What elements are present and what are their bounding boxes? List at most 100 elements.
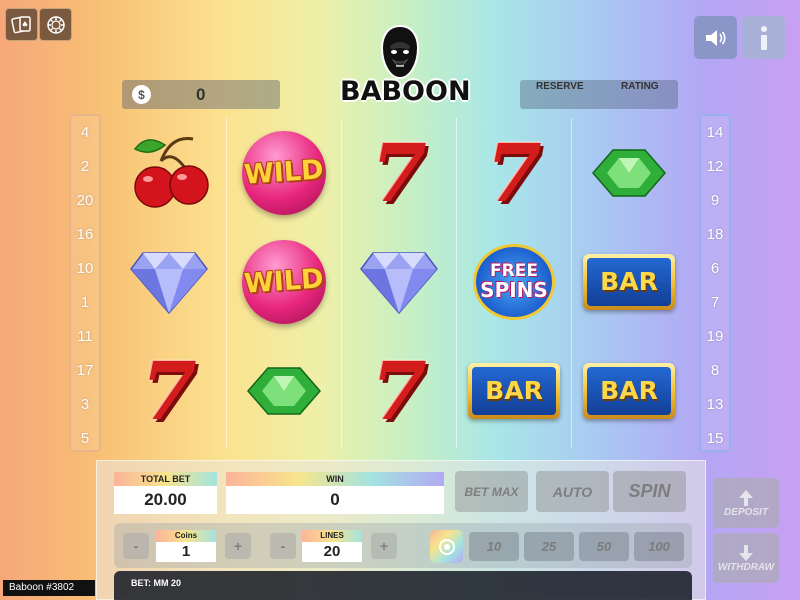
- bar-text: BAR: [485, 376, 543, 405]
- bet-max-button[interactable]: BET MAX: [455, 471, 528, 512]
- reel-5: BAR BAR: [572, 118, 686, 445]
- chip-selector-button[interactable]: [430, 530, 463, 563]
- right-line-number: 15: [706, 430, 724, 447]
- total-bet-label: TOTAL BET: [114, 472, 217, 486]
- left-line-number: 17: [76, 362, 94, 379]
- reel-divider: [571, 118, 572, 448]
- denomination-button[interactable]: 10: [469, 532, 519, 561]
- speaker-icon: [705, 29, 726, 46]
- logo-text: BABOON: [340, 76, 471, 107]
- denomination-button[interactable]: 25: [524, 532, 574, 561]
- bar-symbol: BAR: [583, 253, 675, 310]
- reel-cell: BAR: [572, 227, 686, 336]
- left-line-numbers: 4 2 20 16 10 1 11 17 3 5: [69, 114, 101, 452]
- coins-label: Coins: [156, 530, 216, 542]
- reel-cell: [227, 336, 341, 445]
- left-line-number: 1: [80, 294, 90, 311]
- reserve-label: RESERVE: [536, 81, 584, 92]
- win-value: 0: [226, 486, 444, 514]
- game-logo: BABOON: [340, 24, 471, 110]
- left-line-number: 4: [80, 124, 90, 141]
- lines-box: LINES 20: [302, 530, 362, 562]
- left-line-number: 5: [80, 430, 90, 447]
- lines-minus-button[interactable]: -: [270, 533, 296, 559]
- left-line-number: 2: [80, 158, 90, 175]
- bar-text: BAR: [600, 376, 658, 405]
- withdraw-button[interactable]: WITHDRAW: [713, 533, 779, 583]
- lines-value: 20: [302, 542, 362, 562]
- reel-divider: [456, 118, 457, 448]
- reel-1: 7: [112, 118, 226, 445]
- seven-symbol: 7: [141, 343, 197, 438]
- lines-label: LINES: [302, 530, 362, 542]
- free-spins-symbol: FREE SPINS: [473, 243, 555, 320]
- right-line-number: 6: [710, 260, 720, 277]
- coins-value: 1: [156, 542, 216, 562]
- lines-plus-button[interactable]: +: [371, 533, 397, 559]
- wild-text: WILD: [243, 154, 325, 191]
- cards-icon: ♠: [10, 15, 31, 33]
- bet-info-text: BET: MM 20: [131, 578, 182, 588]
- emerald-icon: [247, 366, 321, 415]
- wild-symbol: WILD: [242, 239, 326, 324]
- right-line-number: 13: [706, 396, 724, 413]
- arrow-up-icon: [739, 489, 753, 506]
- reel-cell: BAR: [457, 336, 571, 445]
- info-icon: [760, 25, 767, 50]
- bar-text: BAR: [600, 267, 658, 296]
- seven-symbol: 7: [371, 125, 427, 220]
- right-line-number: 19: [706, 328, 724, 345]
- auto-button[interactable]: AUTO: [536, 471, 609, 512]
- coins-plus-button[interactable]: +: [225, 533, 251, 559]
- reel-cell: [112, 227, 226, 336]
- right-line-number: 14: [706, 124, 724, 141]
- win-box: WIN 0: [226, 472, 444, 514]
- seven-symbol: 7: [486, 125, 542, 220]
- spins-text: SPINS: [480, 278, 548, 302]
- right-line-number: 8: [710, 362, 720, 379]
- rating-label: RATING: [621, 81, 659, 92]
- reel-cell: [572, 118, 686, 227]
- denomination-button[interactable]: 50: [579, 532, 629, 561]
- left-line-number: 10: [76, 260, 94, 277]
- info-button[interactable]: [742, 16, 785, 59]
- chip-icon: [46, 15, 65, 34]
- coin-icon: $: [132, 85, 151, 104]
- deposit-button[interactable]: DEPOSIT: [713, 478, 779, 528]
- right-line-number: 18: [706, 226, 724, 243]
- win-label: WIN: [226, 472, 444, 486]
- coins-box: Coins 1: [156, 530, 216, 562]
- reel-cell: 7: [342, 336, 456, 445]
- left-line-number: 3: [80, 396, 90, 413]
- reserve-rating-bar: RESERVE RATING: [520, 80, 678, 109]
- bar-symbol: BAR: [583, 362, 675, 419]
- deposit-label: DEPOSIT: [724, 506, 768, 518]
- reel-2: WILD WILD: [227, 118, 341, 445]
- right-line-number: 7: [710, 294, 720, 311]
- coins-minus-button[interactable]: -: [123, 533, 149, 559]
- reel-4: 7 FREE SPINS BAR: [457, 118, 571, 445]
- wild-text: WILD: [243, 263, 325, 300]
- reel-divider: [341, 118, 342, 448]
- left-line-number: 16: [76, 226, 94, 243]
- cards-button[interactable]: ♠: [5, 8, 38, 41]
- reel-cell: WILD: [227, 118, 341, 227]
- chip-button[interactable]: [39, 8, 72, 41]
- emerald-icon: [592, 148, 666, 197]
- denomination-button[interactable]: 100: [634, 532, 684, 561]
- reel-cell: 7: [457, 118, 571, 227]
- game-id-label: Baboon #3802: [3, 580, 95, 596]
- total-bet-value: 20.00: [114, 486, 217, 514]
- reel-cell: WILD: [227, 227, 341, 336]
- reels-area: 7 WILD WILD 7 7 7 FREE SPINS BAR BAR BAR: [112, 118, 688, 448]
- right-line-number: 9: [710, 192, 720, 209]
- arrow-down-icon: [739, 544, 753, 561]
- sound-button[interactable]: [694, 16, 737, 59]
- diamond-icon: [360, 251, 438, 314]
- total-bet-box: TOTAL BET 20.00: [114, 472, 217, 514]
- spin-button[interactable]: SPIN: [613, 471, 686, 512]
- right-line-numbers: 14 12 9 18 6 7 19 8 13 15: [699, 114, 731, 452]
- reel-cell: BAR: [572, 336, 686, 445]
- reel-cell: [112, 118, 226, 227]
- reel-cell: 7: [342, 118, 456, 227]
